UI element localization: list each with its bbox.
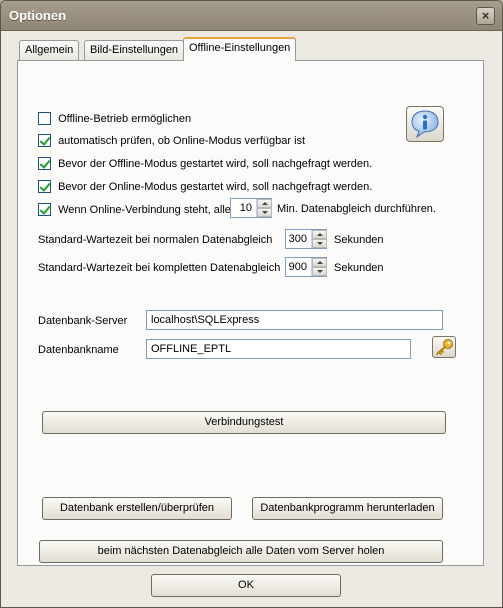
title-bar[interactable]: Optionen × — [1, 1, 502, 31]
fetch-all-data-button[interactable]: beim nächsten Datenabgleich alle Daten v… — [39, 540, 443, 563]
tab-label: Bild-Einstellungen — [90, 44, 179, 56]
sync-interval-suffix: Min. Datenabgleich durchführen. — [277, 203, 436, 215]
auto-check-checkbox[interactable] — [38, 134, 51, 147]
offline-betrieb-checkbox[interactable] — [38, 112, 51, 125]
stepper-arrows — [311, 230, 327, 248]
stepper-up-button[interactable] — [312, 258, 327, 267]
wait-full-stepper[interactable]: 900 — [285, 257, 327, 277]
stepper-down-button[interactable] — [257, 208, 272, 217]
create-database-button[interactable]: Datenbank erstellen/überprüfen — [42, 497, 232, 520]
wait-normal-unit: Sekunden — [334, 234, 384, 246]
connection-test-button[interactable]: Verbindungstest — [42, 411, 446, 434]
db-name-input[interactable]: OFFLINE_EPTL — [146, 339, 411, 359]
stepper-down-button[interactable] — [312, 267, 327, 276]
tab-allgemein[interactable]: Allgemein — [19, 40, 80, 60]
wait-full-label: Standard-Wartezeit bei kompletten Datena… — [38, 262, 281, 274]
offline-betrieb-row[interactable]: Offline-Betrieb ermöglichen — [38, 112, 191, 125]
offline-settings-panel: Offline-Betrieb ermöglichen automatisch … — [17, 60, 484, 566]
db-key-button[interactable] — [432, 336, 456, 358]
sync-interval-label: Wenn Online-Verbindung steht, alle — [58, 204, 231, 216]
stepper-arrows — [311, 258, 327, 276]
dialog-client: Allgemein Bild-Einstellungen Offline-Ein… — [5, 32, 498, 605]
db-server-input[interactable]: localhost\SQLExpress — [146, 310, 443, 330]
key-icon — [436, 339, 453, 355]
sync-interval-value[interactable]: 10 — [231, 199, 255, 217]
ask-online-row[interactable]: Bevor der Online-Modus gestartet wird, s… — [38, 180, 372, 193]
sync-interval-row[interactable]: Wenn Online-Verbindung steht, alle — [38, 203, 231, 216]
wait-normal-stepper[interactable]: 300 — [285, 229, 327, 249]
ask-online-label: Bevor der Online-Modus gestartet wird, s… — [58, 181, 373, 193]
db-name-label: Datenbankname — [38, 344, 119, 356]
stepper-down-button[interactable] — [312, 239, 327, 248]
tab-offline-einstellungen[interactable]: Offline-Einstellungen — [183, 37, 297, 61]
info-button[interactable] — [406, 106, 444, 142]
ask-offline-row[interactable]: Bevor der Offline-Modus gestartet wird, … — [38, 157, 372, 170]
ok-button[interactable]: OK — [151, 574, 341, 597]
close-button[interactable]: × — [476, 7, 495, 25]
wait-normal-value[interactable]: 300 — [286, 230, 310, 248]
stepper-up-button[interactable] — [312, 230, 327, 239]
ask-online-checkbox[interactable] — [38, 180, 51, 193]
tab-bild-einstellungen[interactable]: Bild-Einstellungen — [84, 40, 185, 60]
options-dialog: Optionen × Allgemein Bild-Einstellungen … — [0, 0, 503, 608]
ask-offline-label: Bevor der Offline-Modus gestartet wird, … — [58, 158, 373, 170]
stepper-arrows — [256, 199, 272, 217]
wait-full-unit: Sekunden — [334, 262, 384, 274]
stepper-up-button[interactable] — [257, 199, 272, 208]
db-server-label: Datenbank-Server — [38, 315, 128, 327]
tab-label: Allgemein — [25, 44, 74, 56]
tab-label: Offline-Einstellungen — [189, 42, 291, 54]
sync-interval-stepper[interactable]: 10 — [230, 198, 272, 218]
wait-full-value[interactable]: 900 — [286, 258, 310, 276]
ask-offline-checkbox[interactable] — [38, 157, 51, 170]
auto-check-label: automatisch prüfen, ob Online-Modus verf… — [58, 135, 306, 147]
offline-betrieb-label: Offline-Betrieb ermöglichen — [58, 113, 192, 125]
sync-interval-checkbox[interactable] — [38, 203, 51, 216]
wait-normal-label: Standard-Wartezeit bei normalen Datenabg… — [38, 234, 273, 246]
close-icon: × — [481, 8, 490, 23]
window-title: Optionen — [9, 8, 67, 23]
download-db-program-button[interactable]: Datenbankprogramm herunterladen — [252, 497, 443, 520]
auto-check-row[interactable]: automatisch prüfen, ob Online-Modus verf… — [38, 134, 305, 147]
info-icon — [411, 110, 439, 139]
